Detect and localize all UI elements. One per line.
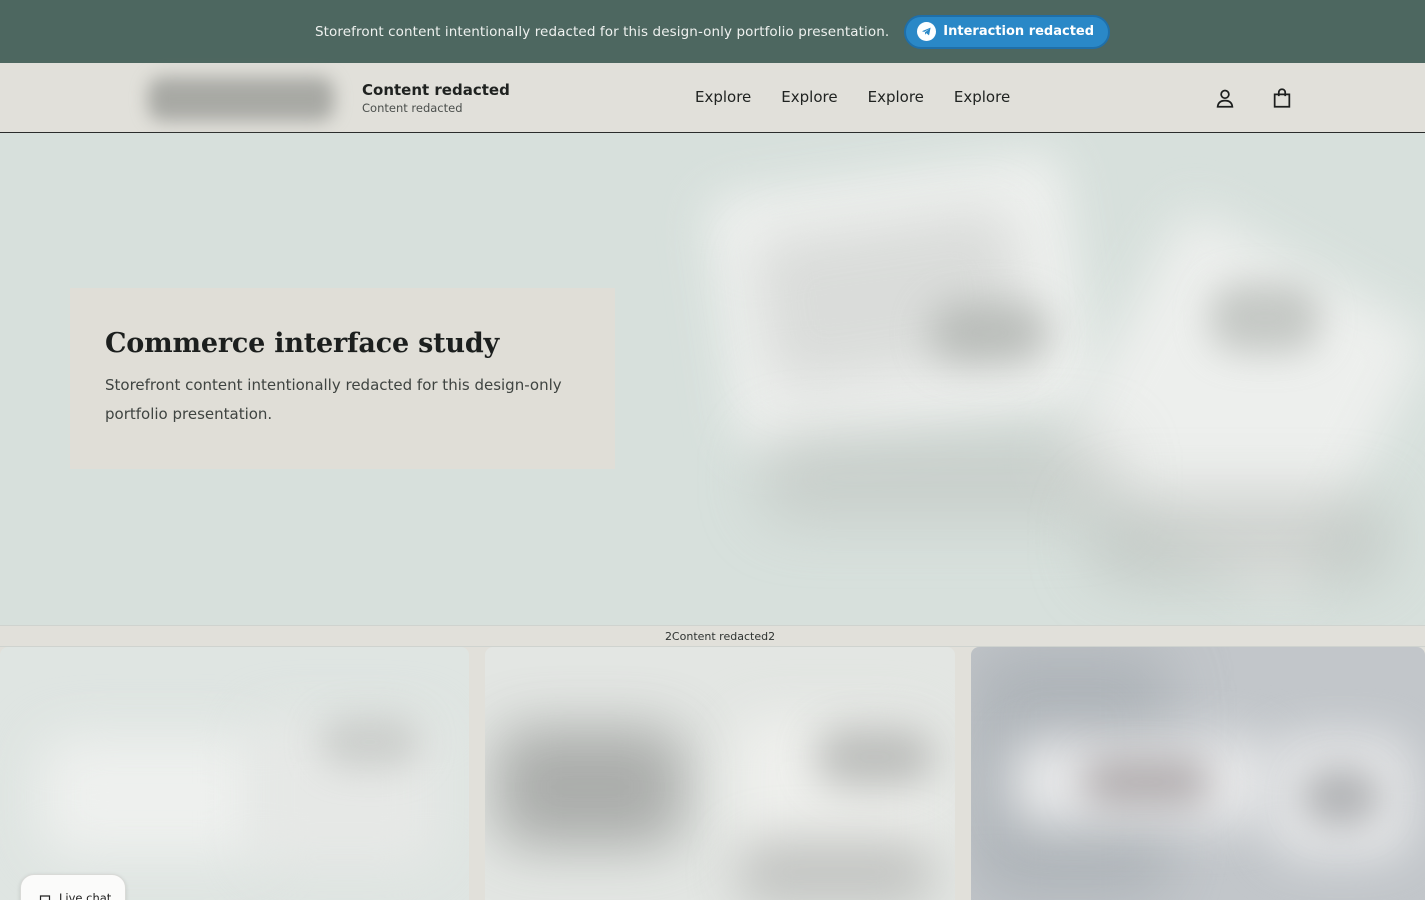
telegram-icon	[917, 22, 937, 41]
brand-subtitle: Content redacted	[362, 101, 463, 115]
brand-title: Content redacted	[362, 81, 510, 99]
site-header: Content redacted Content redacted Explor…	[0, 63, 1425, 133]
live-chat-label: Live chat	[59, 891, 112, 900]
announcement-text: Storefront content intentionally redacte…	[314, 23, 890, 40]
strip-text: 2Content redacted2	[664, 629, 776, 643]
product-card[interactable]	[0, 647, 469, 900]
nav-item-explore-1[interactable]: Explore	[695, 88, 751, 106]
nav-item-explore-2[interactable]: Explore	[781, 88, 837, 106]
hero-title: Commerce interface study	[105, 328, 500, 359]
nav-item-explore-3[interactable]: Explore	[868, 88, 924, 106]
live-chat-button[interactable]: Live chat	[20, 874, 126, 900]
marquee-strip: 2Content redacted2	[0, 625, 1425, 647]
product-card[interactable]	[971, 647, 1425, 900]
shopping-bag-icon[interactable]	[1270, 86, 1294, 110]
product-grid	[0, 647, 1425, 900]
announcement-bar: Storefront content intentionally redacte…	[0, 0, 1425, 63]
interaction-button[interactable]: Interaction redacted	[904, 14, 1111, 49]
brand-block: Content redacted Content redacted	[362, 81, 510, 115]
hero-text: Storefront content intentionally redacte…	[105, 376, 562, 423]
interaction-button-label: Interaction redacted	[943, 24, 1095, 39]
chat-bubble-icon	[39, 891, 51, 900]
nav-item-explore-4[interactable]: Explore	[954, 88, 1010, 106]
hero-section: Commerce interface study Storefront cont…	[0, 133, 1425, 625]
header-icons	[1213, 86, 1294, 110]
main-nav: Explore Explore Explore Explore	[695, 88, 1010, 106]
hero-card: Commerce interface study Storefront cont…	[70, 288, 615, 469]
account-icon[interactable]	[1213, 86, 1237, 110]
blurred-logo[interactable]	[148, 77, 334, 121]
product-card[interactable]	[485, 647, 955, 900]
